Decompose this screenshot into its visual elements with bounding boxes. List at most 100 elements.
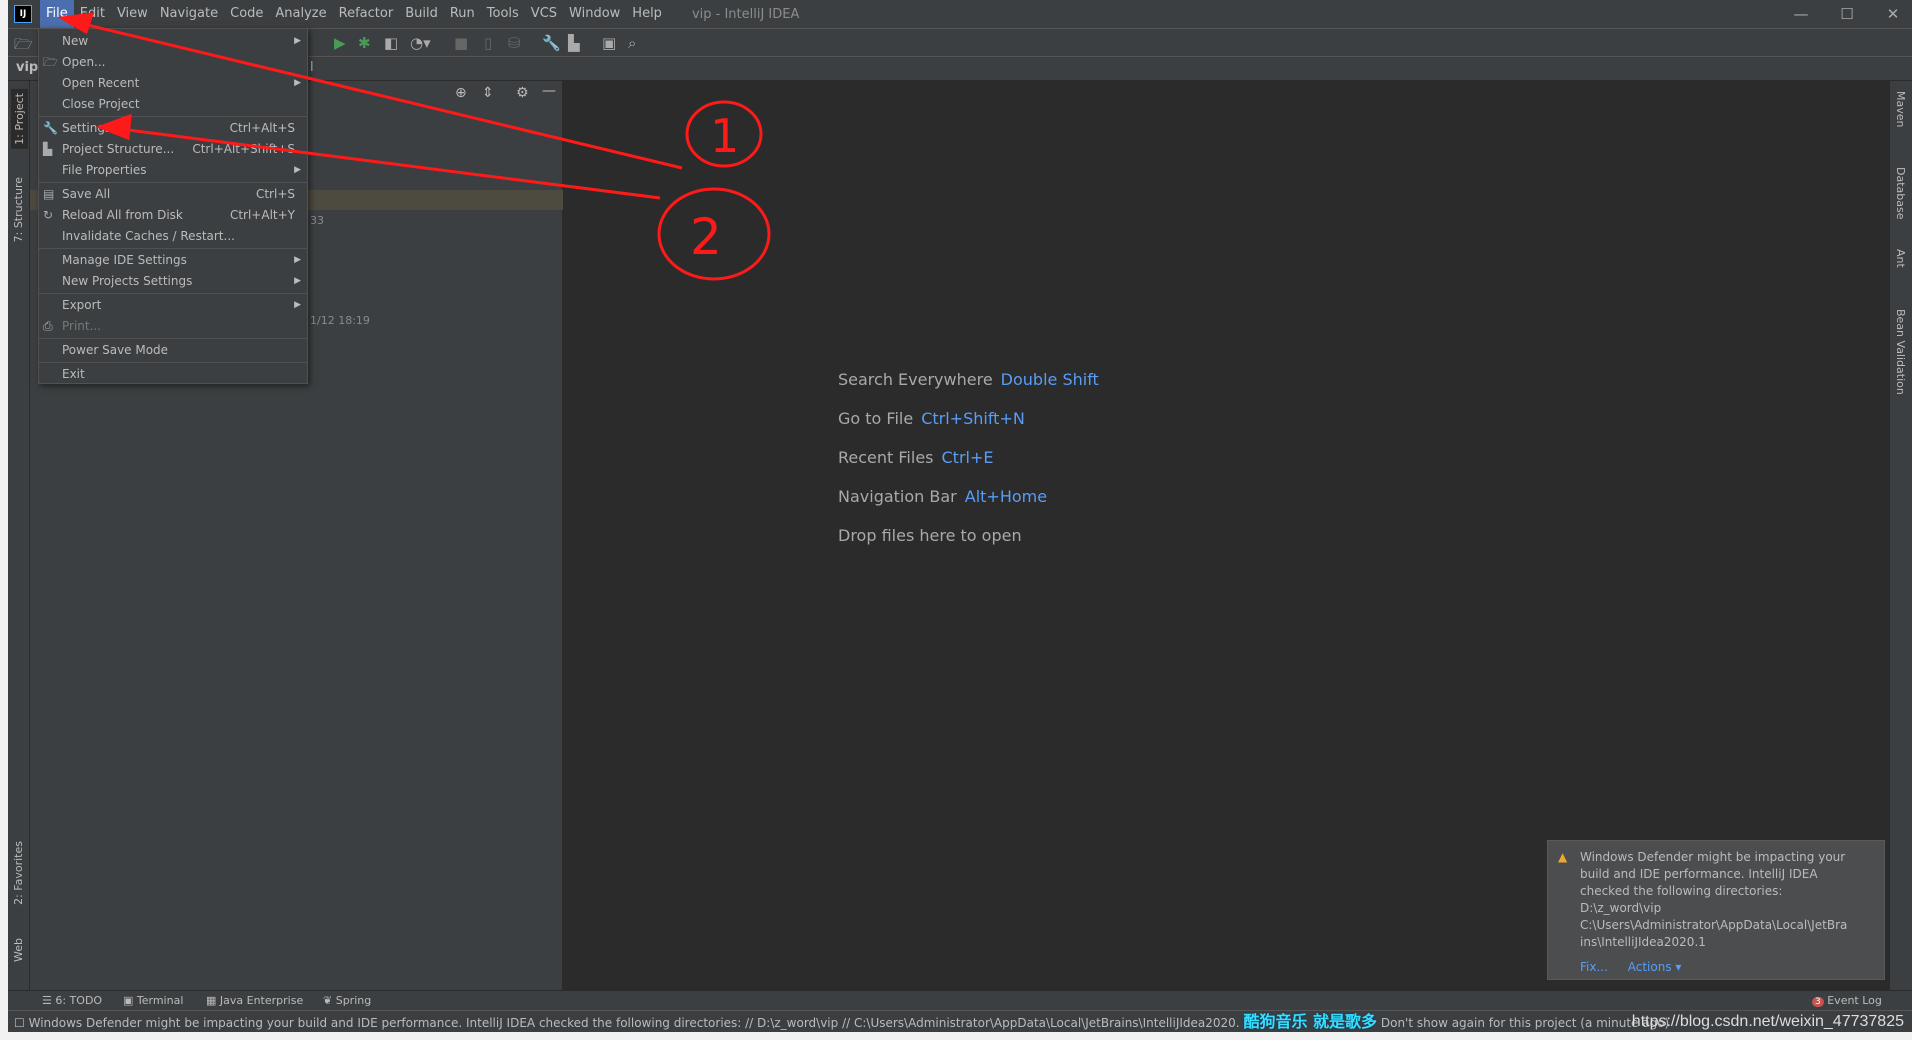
project-structure-icon[interactable]: ▙ xyxy=(568,34,580,52)
attach-icon[interactable]: ▯ xyxy=(484,34,492,52)
tab-structure[interactable]: 7: Structure xyxy=(12,177,25,242)
menu-file[interactable]: File xyxy=(40,0,74,28)
file-menu-item-open[interactable]: 🗁 Open... xyxy=(39,52,307,73)
chevron-down-icon[interactable]: ▾ xyxy=(1672,960,1681,974)
editor-hint: Search Everywhere Double Shift xyxy=(838,370,1099,389)
file-menu-item-settings[interactable]: 🔧 Settings... Ctrl+Alt+S xyxy=(39,118,307,139)
warning-icon: ▲ xyxy=(1558,850,1568,864)
tab-favorites[interactable]: 2: Favorites xyxy=(12,841,25,905)
menu-navigate[interactable]: Navigate xyxy=(154,0,224,28)
run-anything-icon[interactable]: ▣ xyxy=(602,34,616,52)
file-menu-item-export[interactable]: Export ▶ xyxy=(39,295,307,316)
tree-text: 33 xyxy=(310,214,324,227)
file-menu-item-manage-ide-settings[interactable]: Manage IDE Settings ▶ xyxy=(39,250,307,271)
debug-icon[interactable]: ✱ xyxy=(358,34,371,52)
file-menu-item-save-all[interactable]: ▤ Save All Ctrl+S xyxy=(39,184,307,205)
tab-ant[interactable]: Ant xyxy=(1894,249,1907,268)
coverage-icon[interactable]: ◧ xyxy=(384,34,398,52)
status-tail[interactable]: Don't show again for this project (a min… xyxy=(1381,1016,1669,1030)
save-icon: ▤ xyxy=(43,187,55,201)
file-menu-item-open-recent[interactable]: Open Recent ▶ xyxy=(39,73,307,94)
menu-item-label: Close Project xyxy=(62,97,140,111)
file-menu-item-invalidate-caches-restart[interactable]: Invalidate Caches / Restart... xyxy=(39,226,307,247)
tab-java-enterprise[interactable]: ▦ Java Enterprise xyxy=(206,994,303,1007)
menu-tools[interactable]: Tools xyxy=(481,0,525,28)
menu-item-label: Open... xyxy=(62,55,106,69)
hint-shortcut: Ctrl+Shift+N xyxy=(921,409,1025,428)
collapse-all-icon[interactable]: ⇕ xyxy=(482,85,494,101)
maximize-button[interactable]: ☐ xyxy=(1824,0,1870,28)
tab-project[interactable]: 1: Project xyxy=(11,89,28,149)
hint-text: Navigation Bar xyxy=(838,487,957,506)
tab-spring[interactable]: ❦ Spring xyxy=(323,994,371,1007)
open-folder-icon[interactable]: 🗁 xyxy=(14,34,33,59)
menu-separator xyxy=(39,248,307,249)
notification-line: checked the following directories: xyxy=(1580,884,1783,898)
menu-item-label: New xyxy=(62,34,89,48)
menu-build[interactable]: Build xyxy=(399,0,444,28)
locate-icon[interactable]: ⊕ xyxy=(455,85,467,101)
file-menu-item-new[interactable]: New ▶ xyxy=(39,31,307,52)
menu-help[interactable]: Help xyxy=(626,0,668,28)
menu-run[interactable]: Run xyxy=(444,0,481,28)
actions-link[interactable]: Actions xyxy=(1628,960,1672,974)
close-button[interactable]: ✕ xyxy=(1870,0,1912,28)
menu-code[interactable]: Code xyxy=(224,0,269,28)
profile-icon[interactable]: ◔▾ xyxy=(410,34,431,52)
menu-item-label: Settings... xyxy=(62,121,123,135)
tab-web[interactable]: Web xyxy=(12,938,25,962)
file-menu-item-project-structure[interactable]: ▙ Project Structure... Ctrl+Alt+Shift+S xyxy=(39,139,307,160)
menu-vcs[interactable]: VCS xyxy=(525,0,563,28)
menu-separator xyxy=(39,182,307,183)
file-menu-item-exit[interactable]: Exit xyxy=(39,364,307,385)
tab-todo[interactable]: ☰ 6: TODO xyxy=(42,994,102,1007)
bottom-tool-stripe: ☰ 6: TODO ▣ Terminal ▦ Java Enterprise ❦… xyxy=(8,990,1912,1010)
fix-link[interactable]: Fix... xyxy=(1580,960,1608,974)
file-menu-item-print[interactable]: ⎙ Print... xyxy=(39,316,307,337)
notification-line: D:\z_word\vip xyxy=(1580,901,1662,915)
menu-view[interactable]: View xyxy=(111,0,154,28)
tab-terminal[interactable]: ▣ Terminal xyxy=(123,994,183,1007)
file-menu-item-file-properties[interactable]: File Properties ▶ xyxy=(39,160,307,181)
tab-label: Terminal xyxy=(136,994,184,1007)
hint-shortcut: Ctrl+E xyxy=(941,448,994,467)
tab-label: Java Enterprise xyxy=(219,994,304,1007)
tab-database[interactable]: Database xyxy=(1894,167,1907,220)
tab-label: 6: TODO xyxy=(55,994,103,1007)
submenu-arrow-icon: ▶ xyxy=(294,276,301,286)
breadcrumb-item[interactable]: l xyxy=(310,60,314,75)
run-icon[interactable]: ▶ xyxy=(334,34,346,52)
search-icon[interactable]: ⌕ xyxy=(628,34,636,52)
file-menu-item-reload-all-from-disk[interactable]: ↻ Reload All from Disk Ctrl+Alt+Y xyxy=(39,205,307,226)
minimize-button[interactable]: — xyxy=(1778,0,1824,28)
menu-bar: File Edit View Navigate Code Analyze Refactor B… xyxy=(40,0,668,28)
wrench-icon[interactable]: 🔧 xyxy=(542,34,561,52)
hide-icon[interactable]: — xyxy=(542,83,556,99)
menu-item-label: Open Recent xyxy=(62,76,140,90)
menu-analyze[interactable]: Analyze xyxy=(269,0,332,28)
file-menu-item-power-save-mode[interactable]: Power Save Mode xyxy=(39,340,307,361)
status-toggle-icon[interactable]: ☐ xyxy=(14,1016,25,1030)
tree-text: 1/12 18:19 xyxy=(310,314,370,327)
file-menu-item-new-projects-settings[interactable]: New Projects Settings ▶ xyxy=(39,271,307,292)
gear-icon[interactable]: ⚙ xyxy=(516,85,529,101)
hint-shortcut: Alt+Home xyxy=(964,487,1048,506)
menu-item-label: New Projects Settings xyxy=(62,274,193,288)
menu-window[interactable]: Window xyxy=(563,0,626,28)
tab-bean-validation[interactable]: Bean Validation xyxy=(1894,309,1907,395)
event-log-button[interactable]: 3 Event Log xyxy=(1812,994,1882,1007)
tab-maven[interactable]: Maven xyxy=(1894,91,1907,127)
menu-refactor[interactable]: Refactor xyxy=(333,0,400,28)
notification-line: Windows Defender might be impacting your xyxy=(1580,850,1846,864)
menu-item-label: Invalidate Caches / Restart... xyxy=(62,229,235,243)
stop-icon[interactable]: ■ xyxy=(454,34,468,52)
project-structure-icon: ▙ xyxy=(43,142,53,156)
menu-edit[interactable]: Edit xyxy=(74,0,111,28)
breadcrumb-project[interactable]: vip xyxy=(16,60,38,75)
update-icon[interactable]: ⛁ xyxy=(508,34,521,52)
submenu-arrow-icon: ▶ xyxy=(294,165,301,175)
file-menu-item-close-project[interactable]: Close Project xyxy=(39,94,307,115)
status-message[interactable]: Windows Defender might be impacting your… xyxy=(29,1016,1240,1030)
wrench-icon: 🔧 xyxy=(43,121,58,135)
overlay-watermark: 酷狗音乐 就是歌多 xyxy=(1243,1012,1378,1031)
